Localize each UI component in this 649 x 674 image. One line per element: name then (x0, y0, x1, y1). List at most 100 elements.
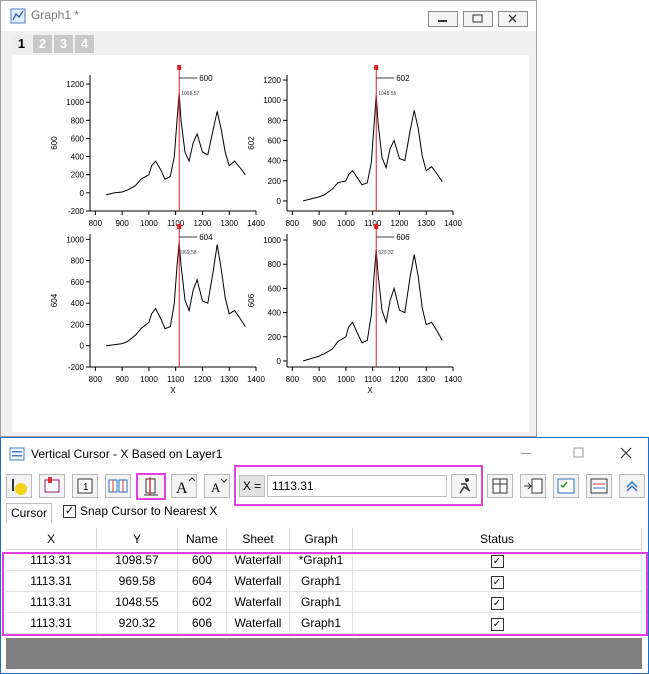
tab-cursor[interactable]: Cursor (6, 503, 52, 523)
maximize-icon[interactable] (572, 446, 586, 460)
run-icon (459, 478, 471, 494)
options-icon (590, 478, 608, 494)
pick-graph-button[interactable] (39, 474, 65, 498)
font-increase-icon: A (176, 477, 196, 497)
empty-table-area (6, 638, 642, 669)
x-tick-label: 900 (312, 375, 326, 384)
cursor-handle (177, 224, 182, 229)
column-header-name[interactable]: Name (177, 528, 227, 550)
x-tick-label: 900 (312, 219, 326, 228)
x-axis-label: X (170, 386, 176, 395)
y-tick-label: 400 (71, 299, 85, 308)
layer-tab-2[interactable]: 2 (33, 35, 52, 53)
series-line (105, 93, 246, 196)
cursor-handle (177, 65, 182, 70)
y-tick-label: 600 (71, 278, 85, 287)
y-axis-label: 606 (247, 293, 256, 307)
svg-text:1: 1 (83, 482, 89, 493)
cursor-value-label: 1098.57 (181, 91, 199, 97)
restore-icon (472, 14, 483, 23)
y-tick-label: 600 (268, 136, 282, 145)
y-tick-label: 200 (71, 320, 85, 329)
x-tick-label: 900 (115, 375, 129, 384)
checklist-button[interactable] (553, 474, 579, 498)
checklist-icon (557, 478, 575, 494)
x-tick-label: 1100 (167, 219, 185, 228)
snap-checkbox[interactable]: ✓ (63, 505, 76, 518)
y-tick-label: 0 (80, 189, 85, 198)
x-tick-label: 800 (89, 375, 103, 384)
y-tick-label: 1000 (66, 98, 84, 107)
layer-one-icon: 1 (77, 478, 93, 494)
x-tick-label: 800 (286, 219, 300, 228)
all-layers-button[interactable] (105, 474, 131, 498)
export-button[interactable] (520, 474, 546, 498)
decrease-font-button[interactable]: A (204, 474, 230, 498)
go-to-x-button[interactable] (451, 474, 477, 498)
y-tick-label: -200 (68, 207, 85, 216)
x-tick-label: 1300 (417, 375, 435, 384)
x-tick-label: 1100 (364, 219, 382, 228)
graph-titlebar[interactable]: Graph1 * (1, 1, 536, 31)
graph-app-icon (10, 8, 26, 24)
y-axis-label: 604 (50, 293, 59, 307)
minimize-button[interactable] (428, 11, 458, 27)
layer-tab-4[interactable]: 4 (75, 35, 94, 53)
settings-button[interactable] (6, 474, 32, 498)
table-header: X Y Name Sheet Graph Status (6, 528, 642, 550)
column-header-sheet[interactable]: Sheet (226, 528, 290, 550)
column-header-status[interactable]: Status (352, 528, 642, 550)
cursor-label: 600 (199, 74, 213, 83)
y-tick-label: 800 (268, 260, 282, 269)
cursor-label: 606 (396, 233, 410, 242)
x-tick-label: 1000 (337, 375, 355, 384)
cursor-label: 604 (199, 233, 213, 242)
x-tick-label: 1300 (220, 219, 238, 228)
x-axis-label: X (367, 386, 373, 395)
y-tick-label: 0 (80, 342, 85, 351)
x-tick-label: 1400 (247, 375, 265, 384)
snap-label: Snap Cursor to Nearest X (80, 504, 218, 518)
x-tick-label: 1000 (337, 219, 355, 228)
cursor-handle (374, 65, 379, 70)
close-icon[interactable] (619, 446, 633, 460)
y-tick-label: -200 (68, 363, 85, 372)
y-axis-label: 600 (50, 136, 59, 150)
chevron-up-icon (626, 480, 638, 492)
y-tick-label: 1000 (66, 235, 84, 244)
cursor-window-title: Vertical Cursor - X Based on Layer1 (31, 447, 223, 461)
minimize-icon[interactable] (519, 446, 533, 460)
layer-button[interactable]: 1 (72, 474, 98, 498)
close-graph-button[interactable] (498, 11, 528, 27)
y-tick-label: 200 (268, 333, 282, 342)
x-tick-label: 1100 (364, 375, 382, 384)
layer-tab-1[interactable]: 1 (12, 35, 31, 53)
y-tick-label: 800 (71, 257, 85, 266)
y-tick-label: 1000 (263, 236, 281, 245)
column-header-y[interactable]: Y (96, 528, 178, 550)
collapse-button[interactable] (619, 474, 645, 498)
increase-font-button[interactable]: A (171, 474, 197, 498)
worksheet-button[interactable] (487, 474, 513, 498)
x-tick-label: 1400 (444, 219, 462, 228)
cursor-handle (374, 224, 379, 229)
column-header-x[interactable]: X (6, 528, 97, 550)
y-tick-label: 1000 (263, 96, 281, 105)
layer-tab-3[interactable]: 3 (54, 35, 73, 53)
cursor-value-label: 969.58 (181, 250, 197, 256)
y-tick-label: 800 (71, 116, 85, 125)
restore-button[interactable] (463, 11, 493, 27)
column-header-graph[interactable]: Graph (289, 528, 353, 550)
close-icon (508, 14, 517, 23)
all-layers-icon (108, 479, 128, 493)
series-line (302, 249, 443, 362)
snap-cursor-button[interactable] (136, 473, 166, 500)
x-tick-label: 800 (89, 219, 103, 228)
x-value-input[interactable] (267, 475, 447, 497)
x-tick-label: 1100 (167, 375, 185, 384)
x-tick-label: 1000 (140, 375, 158, 384)
x-equals-label: X = (239, 475, 265, 497)
x-tick-label: 1300 (220, 375, 238, 384)
options-button[interactable] (586, 474, 612, 498)
vertical-cursor-icon (144, 477, 158, 496)
